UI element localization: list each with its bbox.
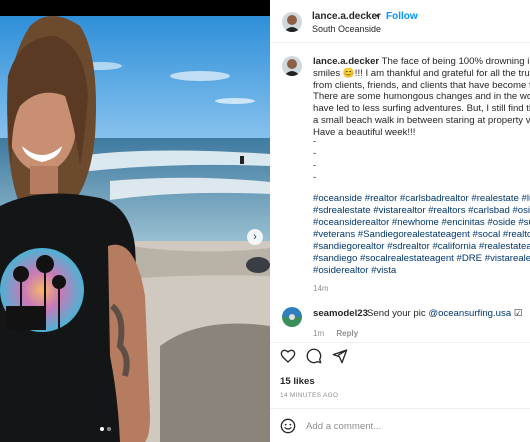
carousel-indicator	[100, 427, 111, 431]
caption-line: have led to less surfing adventures. But…	[313, 103, 530, 115]
caption-avatar[interactable]	[282, 56, 302, 76]
emoji-icon[interactable]	[280, 418, 296, 434]
comment-mention[interactable]: @oceansurfing.usa	[428, 308, 511, 319]
post-timestamp: 14 MINUTES AGO	[280, 392, 339, 399]
comment-icon[interactable]	[306, 348, 322, 364]
header-divider	[270, 42, 530, 43]
add-comment-input[interactable]: Add a comment...	[306, 421, 381, 432]
post-author[interactable]: lance.a.decker	[312, 11, 381, 22]
caption-dash: -	[313, 148, 317, 159]
caption-dash: -	[313, 136, 317, 147]
post-location[interactable]: South Oceanside	[312, 24, 381, 34]
carousel-dot	[107, 427, 111, 431]
comment-meta: 1m Reply	[313, 329, 368, 338]
hashtag-line[interactable]: #sandiegorealtor #sdrealtor #california …	[313, 241, 530, 253]
caption-line: There are some humongous changes and in …	[313, 91, 530, 103]
heart-icon[interactable]	[280, 348, 296, 364]
carousel-dot-active	[100, 427, 104, 431]
comment-text: Send your pic @oceansurfing.usa ☑	[367, 308, 522, 319]
hashtag-line[interactable]: #oceansiderealtor #newhome #encinitas #o…	[313, 217, 530, 229]
caption-line: Have a beautiful week!!!	[313, 126, 416, 138]
like-count[interactable]: 15 likes	[280, 376, 315, 387]
post-panel: lance.a.decker • Follow South Oceanside …	[270, 0, 530, 442]
chevron-right-icon: ›	[253, 230, 257, 243]
reply-button[interactable]: Reply	[336, 329, 358, 338]
hashtag-line[interactable]: #osiderealtor #vista	[313, 265, 530, 277]
caption-dash: -	[313, 172, 317, 183]
caption-dash: -	[313, 160, 317, 171]
comment-author[interactable]: seamodel23	[313, 308, 368, 319]
hashtag-line[interactable]: #sdrealestate #vistarealtor #realtors #c…	[313, 205, 530, 217]
hashtag-line[interactable]: #oceanside #realtor #carlsbadrealtor #re…	[313, 193, 530, 205]
avatar[interactable]	[282, 12, 302, 32]
separator-dot: •	[376, 11, 380, 22]
carousel-next-button[interactable]: ›	[247, 229, 263, 245]
hashtag-line[interactable]: #sandiego #socalrealestateagent #DRE #vi…	[313, 253, 530, 265]
hashtag-block: #oceanside #realtor #carlsbadrealtor #re…	[313, 193, 530, 277]
beach-photo	[0, 16, 270, 442]
commenter-avatar[interactable]	[282, 307, 302, 327]
comment-time[interactable]: 1m	[313, 329, 324, 338]
follow-button[interactable]: Follow	[386, 11, 418, 22]
comment-body: Send your pic	[367, 308, 426, 319]
action-bar	[280, 348, 348, 364]
share-icon[interactable]	[332, 348, 348, 364]
comment-divider	[270, 408, 530, 409]
post-photo[interactable]: ›	[0, 16, 270, 442]
caption-author[interactable]: lance.a.decker	[313, 56, 379, 67]
caption-line: from clients, friends, and clients that …	[313, 79, 530, 91]
caption-time[interactable]: 14m	[313, 284, 329, 293]
caption-line: The face of being 100% drowning in w	[381, 56, 530, 67]
comment-emoji: ☑	[513, 308, 523, 319]
caption-line: a small beach walk in between staring at…	[313, 114, 530, 126]
caption-line: smiles 😊!!! I am thankful and grateful f…	[313, 67, 530, 79]
post-caption: lance.a.decker The face of being 100% dr…	[313, 56, 530, 139]
hashtag-line[interactable]: #veterans #Sandiegorealestateagent #soca…	[313, 229, 530, 241]
actions-divider	[270, 342, 530, 343]
